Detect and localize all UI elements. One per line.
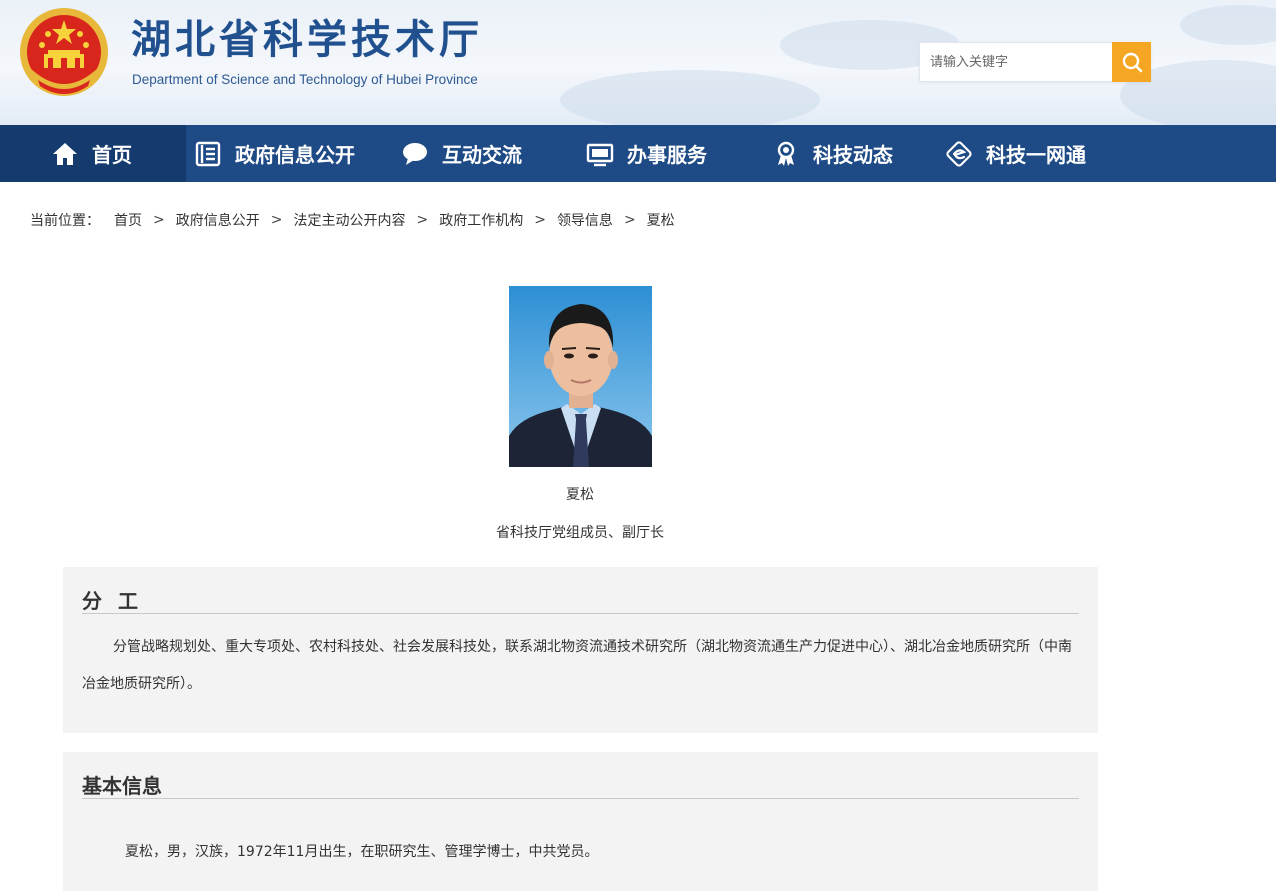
nav-label: 办事服务 <box>627 143 707 167</box>
search-box <box>919 42 1151 82</box>
site-subtitle: Department of Science and Technology of … <box>132 72 478 87</box>
search-button[interactable] <box>1112 42 1151 82</box>
breadcrumb-separator: > <box>153 212 165 228</box>
nav-item-tech-news[interactable]: 科技动态 <box>771 125 893 182</box>
leader-name: 夏松 <box>566 487 594 503</box>
award-ribbon-icon <box>771 139 801 169</box>
duties-text: 分管战略规划处、重大专项处、农村科技处、社会发展科技处，联系湖北物资流通技术研究… <box>82 639 1072 692</box>
nav-item-home[interactable]: 首页 <box>0 125 186 182</box>
duties-panel: 分工 分管战略规划处、重大专项处、农村科技处、社会发展科技处，联系湖北物资流通技… <box>63 567 1098 733</box>
nav-item-interaction[interactable]: 互动交流 <box>400 125 522 182</box>
breadcrumb-item-leaders[interactable]: 领导信息 <box>557 210 613 230</box>
nav-item-services[interactable]: 办事服务 <box>585 125 707 182</box>
search-icon <box>1122 52 1142 73</box>
main-nav: 首页 政府信息公开 互动交流 办事服务 科技动态 科技一网通 <box>0 125 1276 182</box>
basic-info-heading: 基本信息 <box>82 774 162 798</box>
site-title: 湖北省科学技术厅 <box>131 17 483 63</box>
duties-heading: 分工 <box>82 589 154 613</box>
cloud-decoration <box>1180 5 1276 45</box>
nav-label: 政府信息公开 <box>235 143 355 167</box>
national-emblem-logo[interactable] <box>18 6 110 98</box>
breadcrumb-separator: > <box>270 212 283 228</box>
nav-label: 科技一网通 <box>986 143 1086 167</box>
breadcrumb-item-statutory[interactable]: 法定主动公开内容 <box>293 210 405 230</box>
breadcrumb-separator: > <box>534 212 546 228</box>
breadcrumb-item-agencies[interactable]: 政府工作机构 <box>439 210 523 230</box>
site-header: 湖北省科学技术厅 Department of Science and Techn… <box>0 0 1276 125</box>
breadcrumb-separator: > <box>416 212 429 228</box>
nav-label: 科技动态 <box>813 143 893 167</box>
search-input[interactable] <box>920 43 1113 81</box>
divider <box>82 798 1079 799</box>
breadcrumb-prefix: 当前位置： <box>30 213 100 229</box>
basic-info-text: 夏松，男，汉族，1972年11月出生，在职研究生、管理学博士，中共党员。 <box>125 844 599 860</box>
monitor-icon <box>585 139 615 169</box>
divider <box>82 613 1079 614</box>
nav-item-tech-portal[interactable]: 科技一网通 <box>944 125 1086 182</box>
breadcrumb-item-current: 夏松 <box>646 213 675 229</box>
leader-position: 省科技厅党组成员、副厅长 <box>496 525 664 541</box>
breadcrumb: 当前位置： 首页 > 政府信息公开 > 法定主动公开内容 > 政府工作机构 > … <box>30 210 675 230</box>
breadcrumb-item-home[interactable]: 首页 <box>114 210 142 230</box>
nav-label: 互动交流 <box>442 143 522 167</box>
breadcrumb-item-gov-info[interactable]: 政府信息公开 <box>176 210 260 230</box>
leader-photo <box>509 286 652 467</box>
basic-info-panel: 基本信息 夏松，男，汉族，1972年11月出生，在职研究生、管理学博士，中共党员… <box>63 752 1098 891</box>
network-e-icon <box>944 139 974 169</box>
document-list-icon <box>193 139 223 169</box>
home-icon <box>50 139 80 169</box>
nav-item-gov-info[interactable]: 政府信息公开 <box>193 125 355 182</box>
chat-bubble-icon <box>400 139 430 169</box>
breadcrumb-separator: > <box>623 212 636 228</box>
nav-label: 首页 <box>92 143 132 167</box>
cloud-decoration <box>560 70 820 125</box>
